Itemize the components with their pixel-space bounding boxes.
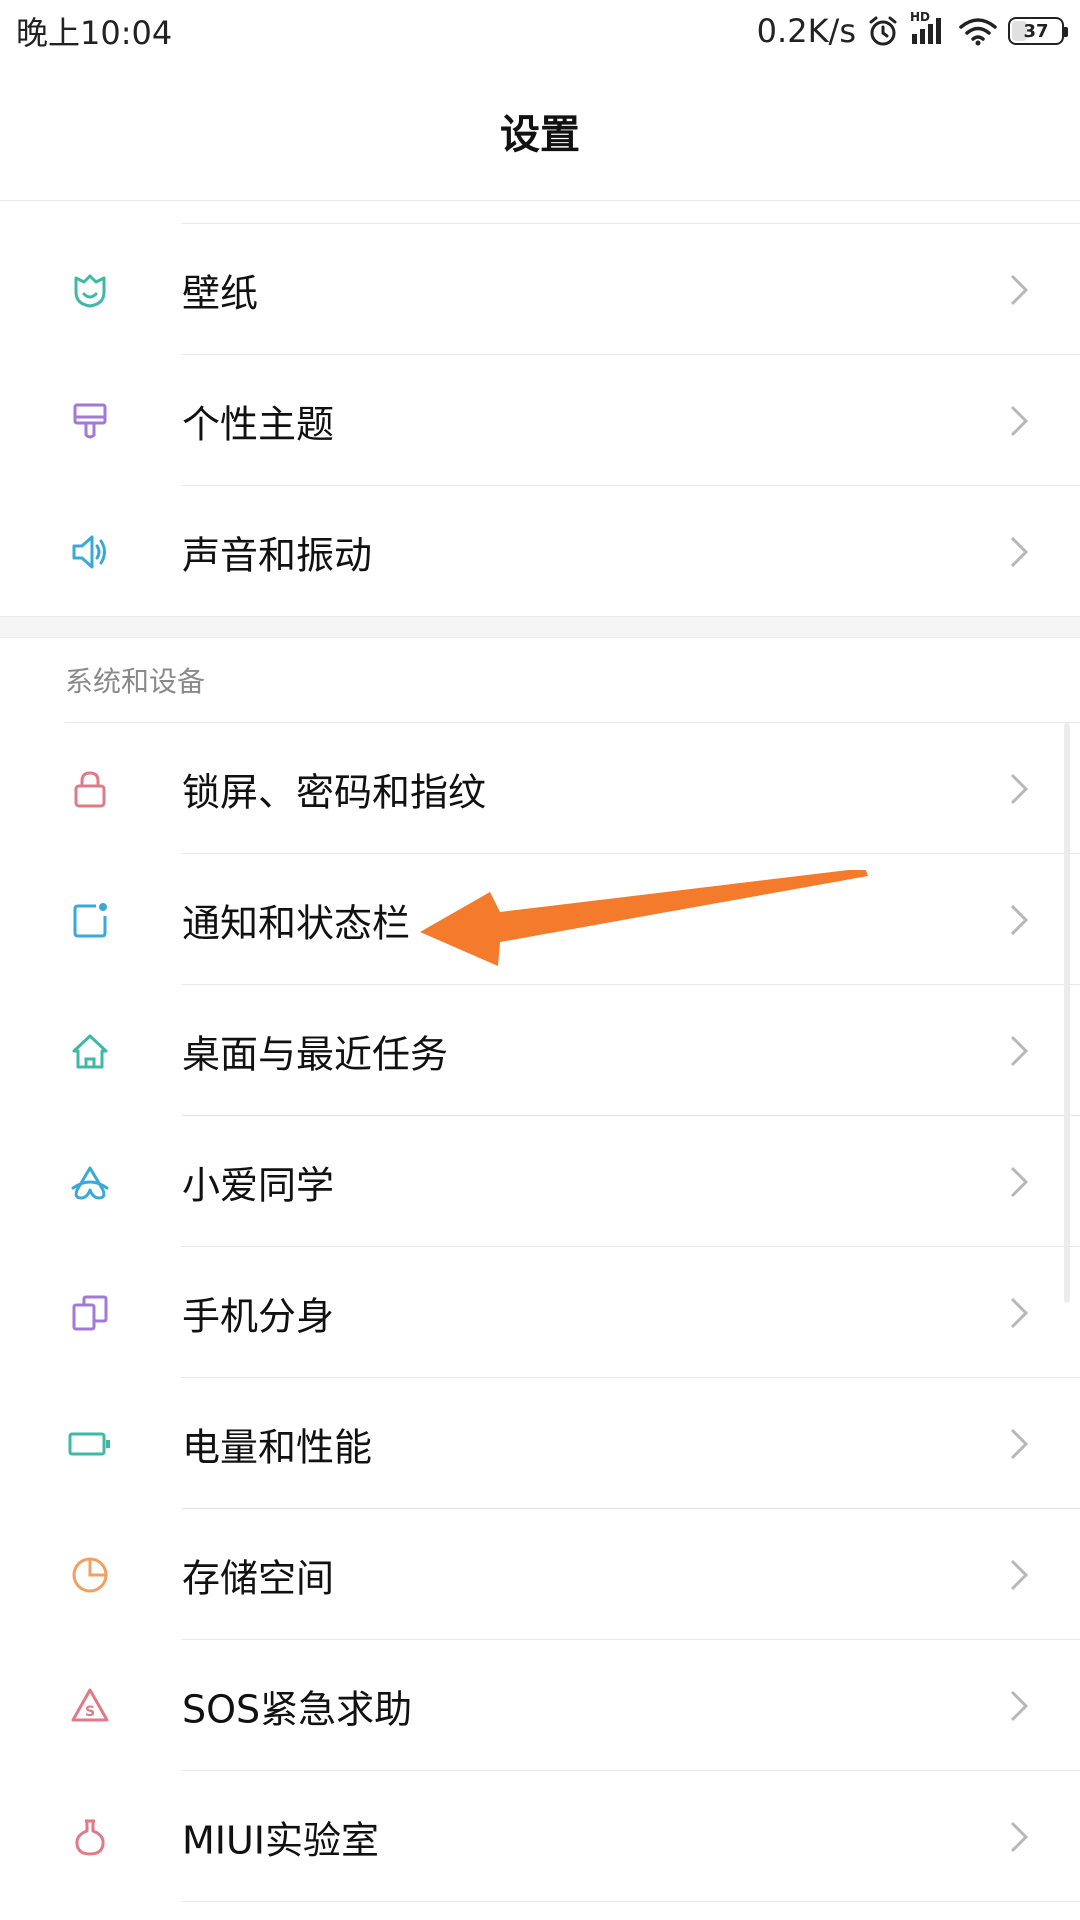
svg-text:S: S [85, 1704, 95, 1720]
settings-row-sound[interactable]: 声音和振动 [0, 486, 1080, 617]
settings-row-dual-phone[interactable]: 手机分身 [0, 1247, 1080, 1378]
theme-brush-icon [66, 397, 114, 445]
dual-phone-icon [66, 1289, 114, 1337]
row-divider [182, 1901, 1080, 1902]
chevron-right-icon [1008, 535, 1030, 569]
settings-row-home[interactable]: 桌面与最近任务 [0, 985, 1080, 1116]
page-title: 设置 [500, 112, 580, 158]
battery-icon [66, 1420, 114, 1468]
chevron-right-icon [1008, 772, 1030, 806]
speaker-icon [66, 528, 114, 576]
chevron-right-icon [1008, 1165, 1030, 1199]
wallpaper-icon [66, 266, 114, 314]
settings-row-label: MIUI实验室 [182, 1818, 380, 1862]
battery-text: 37 [1023, 20, 1049, 42]
chevron-right-icon [1008, 903, 1030, 937]
status-right: 0.2K/s HD 37 [756, 10, 1068, 50]
settings-row-label: 存储空间 [182, 1556, 335, 1600]
settings-row-lockscreen[interactable]: 锁屏、密码和指纹 [0, 723, 1080, 854]
chevron-right-icon [1008, 404, 1030, 438]
settings-row-label: 壁纸 [182, 271, 259, 315]
chevron-right-icon [1008, 1558, 1030, 1592]
chevron-right-icon [1008, 1034, 1030, 1068]
header-bar: 设置 [0, 62, 1080, 201]
status-time: 晚上10:04 [16, 14, 173, 52]
network-speed: 0.2K/s [756, 12, 856, 50]
storage-pie-icon [66, 1551, 114, 1599]
chevron-right-icon [1008, 273, 1030, 307]
lock-icon [66, 765, 114, 813]
group-gap [0, 616, 1080, 638]
battery-indicator: 37 [1008, 17, 1068, 45]
settings-row-label: 手机分身 [182, 1294, 335, 1338]
scrollbar[interactable] [1064, 723, 1070, 1303]
chevron-right-icon [1008, 1820, 1030, 1854]
notification-icon [66, 896, 114, 944]
status-left: 晚上10:04 [16, 8, 172, 54]
settings-row-label: SOS紧急求助 [182, 1687, 413, 1731]
chevron-right-icon [1008, 1427, 1030, 1461]
settings-row-label: 锁屏、密码和指纹 [182, 770, 487, 814]
settings-row-label: 电量和性能 [182, 1425, 373, 1469]
xiaoai-icon [66, 1158, 114, 1206]
status-bar: 晚上10:04 0.2K/s HD 37 [0, 0, 1080, 62]
settings-row-storage[interactable]: 存储空间 [0, 1509, 1080, 1640]
settings-row-label: 个性主题 [182, 402, 335, 446]
wifi-icon [958, 16, 998, 46]
chevron-right-icon [1008, 1689, 1030, 1723]
settings-row-miui-lab[interactable]: MIUI实验室 [0, 1771, 1080, 1902]
settings-row-label: 声音和振动 [182, 533, 373, 577]
settings-row-label: 通知和状态栏 [182, 901, 411, 945]
settings-row-label: 桌面与最近任务 [182, 1032, 449, 1076]
settings-row-xiaoai[interactable]: 小爱同学 [0, 1116, 1080, 1247]
settings-row-sos[interactable]: S SOS紧急求助 [0, 1640, 1080, 1771]
home-icon [66, 1027, 114, 1075]
alarm-icon [866, 14, 900, 48]
settings-row-notifications[interactable]: 通知和状态栏 [0, 854, 1080, 985]
settings-row-battery[interactable]: 电量和性能 [0, 1378, 1080, 1509]
settings-row-label: 小爱同学 [182, 1163, 335, 1207]
settings-row-wallpaper[interactable]: 壁纸 [0, 224, 1080, 355]
lab-flask-icon [66, 1813, 114, 1861]
section-title-system: 系统和设备 [65, 665, 206, 698]
hd-signal-icon: HD [910, 10, 948, 46]
hd-label: HD [910, 10, 931, 24]
sos-icon: S [66, 1682, 114, 1730]
chevron-right-icon [1008, 1296, 1030, 1330]
settings-row-theme[interactable]: 个性主题 [0, 355, 1080, 486]
